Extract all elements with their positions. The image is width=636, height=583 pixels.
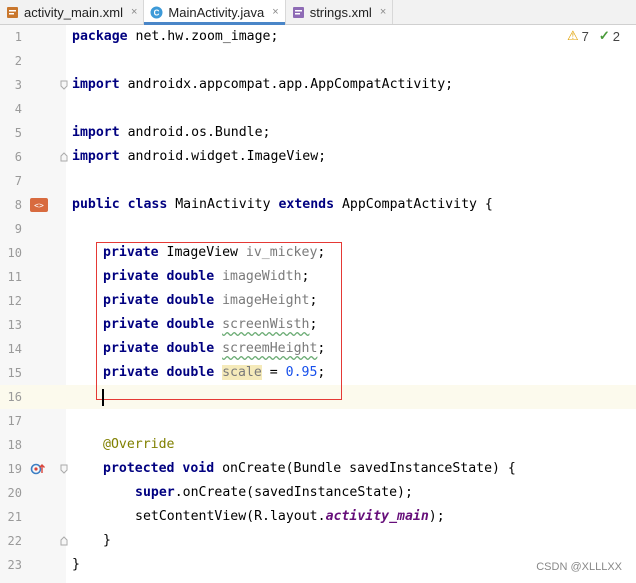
code-text: super.onCreate(savedInstanceState); (135, 485, 413, 500)
line-number: 21 (7, 510, 22, 524)
text-cursor (102, 389, 104, 406)
line-number: 13 (7, 318, 22, 332)
tab-label: activity_main.xml (24, 4, 123, 20)
code-line[interactable]: 20 super.onCreate(savedInstanceState); (0, 481, 636, 505)
svg-text:C: C (154, 8, 160, 17)
tab-label: MainActivity.java (168, 4, 265, 20)
line-number: 2 (14, 54, 22, 68)
code-line[interactable]: 6 import android.widget.ImageView; (0, 145, 636, 169)
line-number: 3 (14, 78, 22, 92)
code-line[interactable]: 17 (0, 409, 636, 433)
code-line[interactable]: 3 import androidx.appcompat.app.AppCompa… (0, 73, 636, 97)
code-line[interactable]: 9 (0, 217, 636, 241)
code-line[interactable]: 19 protected void onCreate(Bundle savedI… (0, 457, 636, 481)
code-text: import androidx.appcompat.app.AppCompatA… (72, 77, 454, 92)
close-icon[interactable]: × (272, 6, 278, 18)
code-line[interactable]: 1 package net.hw.zoom_image; (0, 25, 636, 49)
fold-marker-icon[interactable] (60, 152, 68, 162)
svg-text:<>: <> (34, 201, 44, 210)
tab-label: strings.xml (309, 4, 372, 20)
line-number: 22 (7, 534, 22, 548)
code-text: @Override (103, 437, 175, 452)
line-number: 20 (7, 486, 22, 500)
layout-link-icon[interactable]: <> (30, 198, 48, 212)
code-text: import android.os.Bundle; (72, 125, 271, 140)
tab-main-activity-java[interactable]: C MainActivity.java × (144, 0, 286, 25)
override-marker-icon[interactable] (30, 462, 46, 476)
line-number: 9 (14, 222, 22, 236)
line-number: 17 (7, 414, 22, 428)
line-number: 4 (14, 102, 22, 116)
code-line[interactable]: 5 import android.os.Bundle; (0, 121, 636, 145)
code-line[interactable]: 2 (0, 49, 636, 73)
line-number: 23 (7, 558, 22, 572)
line-number: 11 (7, 270, 22, 284)
line-number: 5 (14, 126, 22, 140)
java-class-icon: C (150, 6, 163, 18)
fold-marker-icon[interactable] (60, 464, 68, 474)
code-text: public class MainActivity extends AppCom… (72, 197, 493, 212)
line-number: 16 (7, 390, 22, 404)
close-icon[interactable]: × (380, 6, 386, 18)
line-number: 1 (14, 30, 22, 44)
line-number: 18 (7, 438, 22, 452)
line-number: 8 (14, 198, 22, 212)
code-text: protected void onCreate(Bundle savedInst… (103, 461, 516, 476)
code-line[interactable]: 21 setContentView(R.layout.activity_main… (0, 505, 636, 529)
line-number: 10 (7, 246, 22, 260)
tab-activity-main-xml[interactable]: activity_main.xml × (0, 0, 145, 24)
editor-tab-bar: activity_main.xml × C MainActivity.java … (0, 0, 636, 25)
xml-layout-icon (7, 6, 18, 18)
line-number: 12 (7, 294, 22, 308)
fold-marker-icon[interactable] (60, 536, 68, 546)
code-text: import android.widget.ImageView; (72, 149, 327, 164)
tab-strings-xml[interactable]: strings.xml × (286, 0, 394, 24)
line-number: 6 (14, 150, 22, 164)
code-line[interactable]: 7 (0, 169, 636, 193)
code-line[interactable]: 4 (0, 97, 636, 121)
line-number: 19 (7, 462, 22, 476)
close-icon[interactable]: × (131, 6, 137, 18)
code-text: } (72, 557, 80, 572)
line-number: 14 (7, 342, 22, 356)
code-line[interactable]: 22 } (0, 529, 636, 553)
code-text: package net.hw.zoom_image; (72, 29, 279, 44)
xml-values-icon (292, 6, 304, 18)
code-text: setContentView(R.layout.activity_main); (135, 509, 445, 524)
highlight-box (96, 242, 342, 400)
watermark: CSDN @XLLLXX (536, 561, 622, 573)
code-line[interactable]: 18 @Override (0, 433, 636, 457)
fold-marker-icon[interactable] (60, 80, 68, 90)
line-number: 7 (14, 174, 22, 188)
line-number: 15 (7, 366, 22, 380)
code-text: } (103, 533, 111, 548)
code-line[interactable]: 8 <> public class MainActivity extends A… (0, 193, 636, 217)
